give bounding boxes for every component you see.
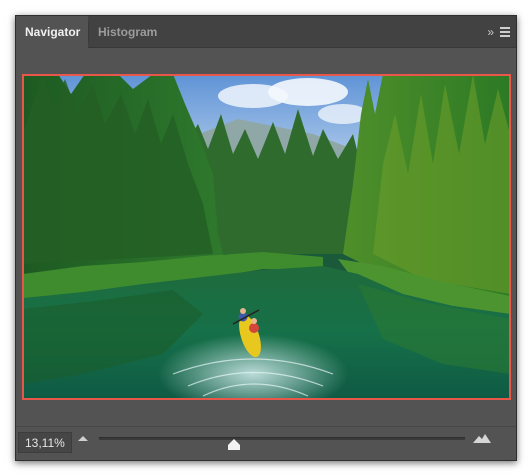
- panel-tab-bar: Navigator Histogram »: [16, 16, 516, 49]
- zoom-percent-field[interactable]: 13,11%: [18, 432, 72, 453]
- zoom-out-icon[interactable]: [78, 436, 88, 441]
- zoom-slider-thumb[interactable]: [228, 439, 241, 450]
- panel-menu-icon[interactable]: [500, 27, 510, 37]
- tab-navigator[interactable]: Navigator: [16, 16, 88, 49]
- collapse-panel-icon[interactable]: »: [487, 25, 494, 39]
- tab-histogram[interactable]: Histogram: [89, 16, 167, 48]
- view-proxy-rectangle[interactable]: [22, 74, 511, 400]
- zoom-in-icon[interactable]: [473, 433, 491, 443]
- zoom-controls: 13,11%: [16, 426, 516, 461]
- navigator-panel: Navigator Histogram » 13,11%: [15, 15, 517, 461]
- zoom-slider-track[interactable]: [99, 437, 465, 440]
